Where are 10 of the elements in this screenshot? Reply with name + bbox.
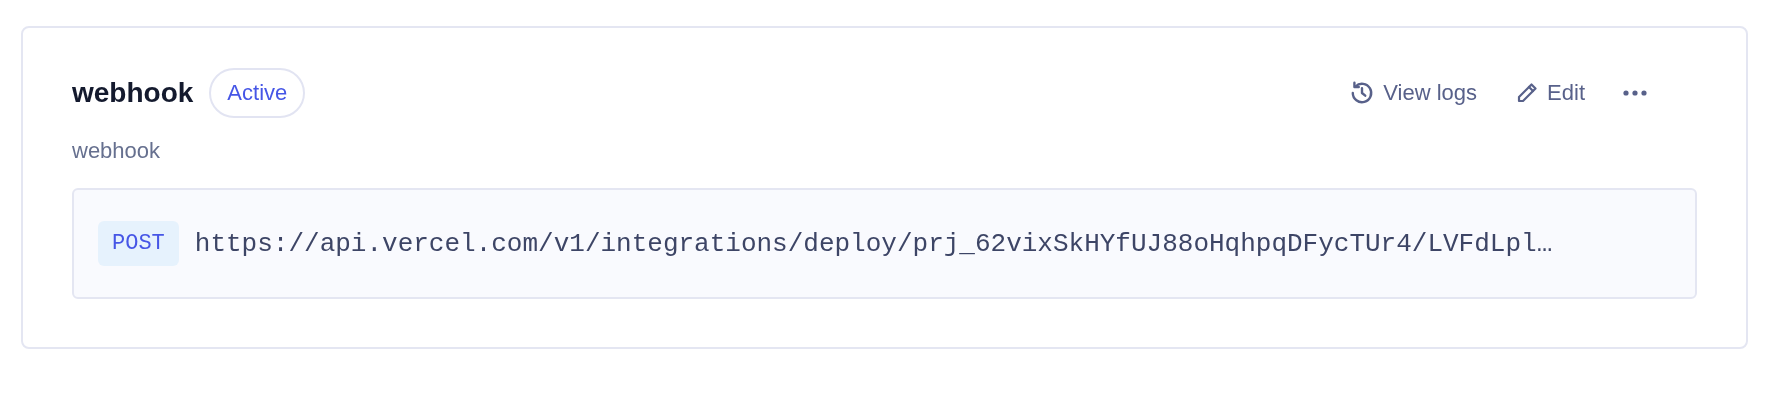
endpoint-url: https://api.vercel.com/v1/integrations/deploy/prj_62vixSkHYfUJ88oHqhpqDFycTUr4/LVFdLpl… xyxy=(194,228,1553,259)
more-icon xyxy=(1623,89,1647,97)
view-logs-button[interactable]: View logs xyxy=(1349,80,1478,106)
edit-button[interactable]: Edit xyxy=(1515,80,1585,106)
pencil-icon xyxy=(1515,81,1540,105)
method-badge: POST xyxy=(98,221,179,266)
webhook-description: webhook xyxy=(72,138,162,164)
status-badge: Active xyxy=(209,68,306,118)
webhook-name: webhook xyxy=(72,77,194,109)
more-button[interactable] xyxy=(1623,89,1647,97)
